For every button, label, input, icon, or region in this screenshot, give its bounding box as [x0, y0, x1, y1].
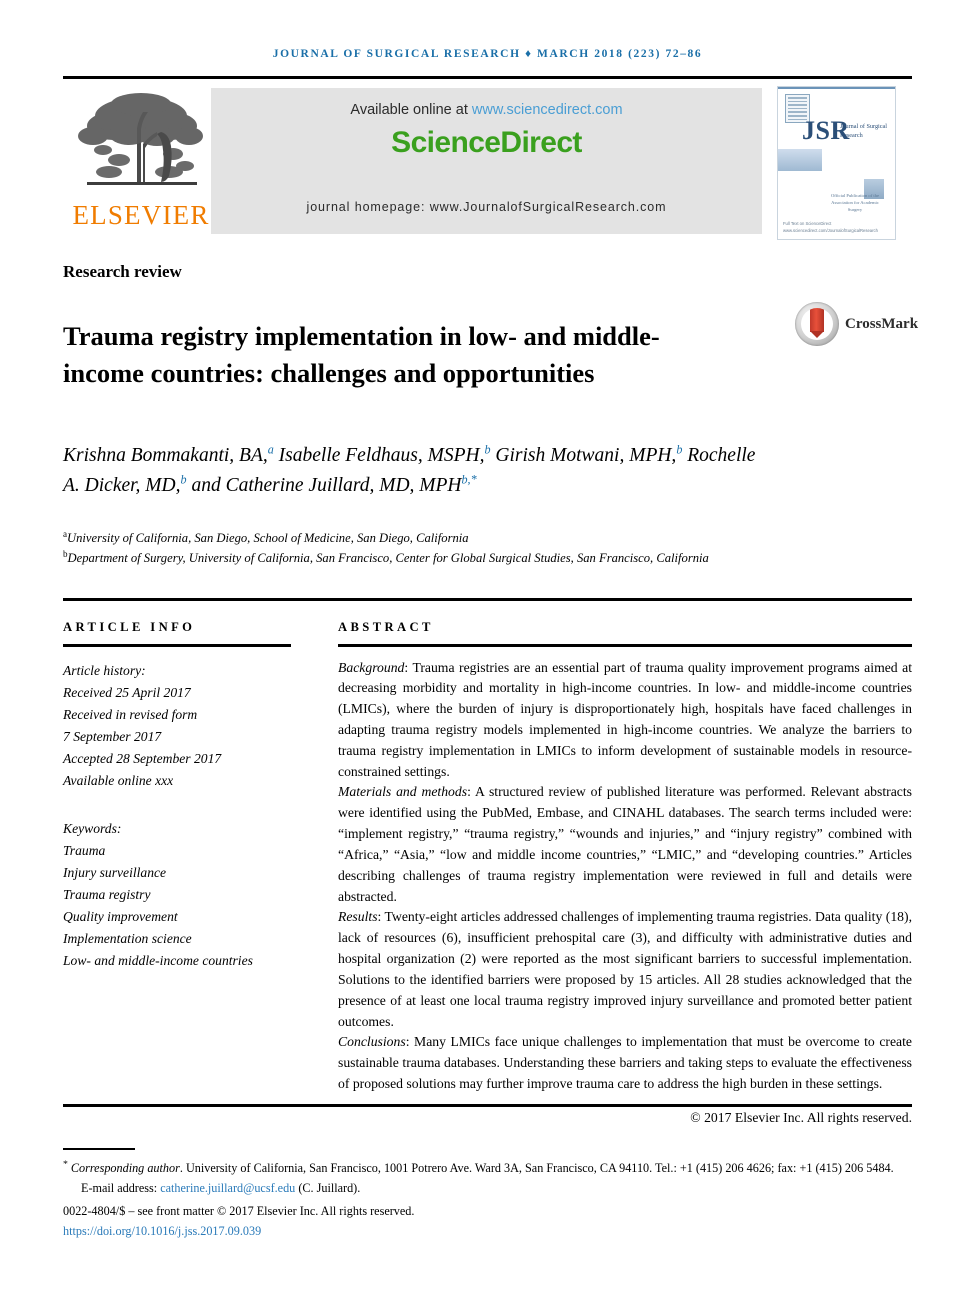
keyword-item: Low- and middle-income countries — [63, 952, 253, 968]
article-history-list: Received 25 April 2017 Received in revis… — [63, 682, 291, 792]
keywords-block: Keywords: Trauma Injury surveillance Tra… — [63, 818, 291, 972]
abstract-section-label: Materials and methods — [338, 784, 468, 800]
abstract-section: Background: Trauma registries are an ess… — [338, 658, 912, 783]
crossmark-icon — [795, 302, 839, 346]
author-list: Krishna Bommakanti, BA,a Isabelle Feldha… — [63, 440, 763, 500]
abstract-section-label: Conclusions — [338, 1034, 406, 1050]
email-suffix: (C. Juillard). — [295, 1181, 361, 1196]
available-online-line: Available online at www.sciencedirect.co… — [211, 102, 762, 118]
email-note: E-mail address: catherine.juillard@ucsf.… — [63, 1179, 912, 1198]
issn-line: 0022-4804/$ – see front matter © 2017 El… — [63, 1204, 415, 1219]
header-rule — [63, 76, 912, 79]
abstract-section-text: : Many LMICs face unique challenges to i… — [338, 1034, 912, 1092]
corresponding-author-address: . University of California, San Francisc… — [179, 1160, 894, 1175]
available-online-text: Available online at — [350, 102, 472, 118]
elsevier-logo: ELSEVIER — [67, 88, 215, 236]
sciencedirect-logo: ScienceDirect — [391, 126, 582, 159]
article-info-rule — [63, 644, 291, 647]
keyword-item: Trauma registry — [63, 886, 151, 902]
cover-accent-bar-left — [778, 149, 822, 171]
running-head: JOURNAL OF SURGICAL RESEARCH ♦ MARCH 201… — [272, 48, 703, 60]
affiliation-item: aUniversity of California, San Diego, Sc… — [63, 528, 763, 548]
corresponding-author-label: Corresponding author — [70, 1160, 180, 1175]
author-affiliation-marker: b,* — [461, 472, 477, 487]
author-affiliation-marker: b — [676, 442, 683, 456]
crossmark-badge[interactable]: CrossMark — [795, 300, 918, 350]
article-type-label: Research review — [63, 262, 182, 281]
author-entry: Girish Motwani, MPH,b — [495, 442, 683, 466]
author-affiliation-marker: b — [484, 442, 491, 456]
cover-note: Official Publication of the Association … — [830, 193, 879, 212]
email-label: E-mail address: — [81, 1181, 161, 1196]
author-name: Krishna Bommakanti, BA, — [63, 444, 268, 466]
keywords-label: Keywords: — [63, 820, 122, 836]
article-info-heading: ARTICLE INFO — [63, 620, 196, 634]
abstract-section: Materials and methods: A structured revi… — [338, 782, 912, 907]
masthead: ELSEVIER Available online at www.science… — [63, 86, 912, 240]
cover-top-rule — [778, 87, 895, 89]
abstract-copyright: © 2017 Elsevier Inc. All rights reserved… — [690, 1109, 912, 1125]
abstract-block-top-rule — [63, 598, 912, 601]
abstract-body: Background: Trauma registries are an ess… — [338, 658, 912, 1095]
abstract-section: Results: Twenty-eight articles addressed… — [338, 907, 912, 1032]
history-item: Received 25 April 2017 — [63, 684, 191, 700]
elsevier-tree-icon — [73, 88, 209, 196]
abstract-section: Conclusions: Many LMICs face unique chal… — [338, 1032, 912, 1094]
cover-title-full: Journal of Surgical Research — [840, 123, 887, 139]
affiliation-list: aUniversity of California, San Diego, Sc… — [63, 528, 763, 569]
affiliation-item: bDepartment of Surgery, University of Ca… — [63, 548, 763, 568]
abstract-section-text: : A structured review of published liter… — [338, 784, 912, 904]
article-history-label: Article history: — [63, 662, 146, 678]
footnotes: * Corresponding author. University of Ca… — [63, 1148, 912, 1241]
history-item: Available online xxx — [63, 772, 174, 788]
article-first-page: JOURNAL OF SURGICAL RESEARCH ♦ MARCH 201… — [0, 0, 975, 1305]
abstract-heading: ABSTRACT — [338, 620, 434, 634]
author-entry: Isabelle Feldhaus, MSPH,b — [278, 442, 491, 466]
keyword-item: Injury surveillance — [63, 864, 167, 880]
article-history-block: Article history: Received 25 April 2017 … — [63, 660, 291, 792]
history-item: Received in revised form — [63, 706, 198, 722]
sciencedirect-link[interactable]: www.sciencedirect.com — [472, 102, 623, 118]
author-name: Girish Motwani, MPH, — [495, 444, 677, 466]
author-entry: and Catherine Juillard, MD, MPHb,* — [191, 472, 477, 496]
cover-footer: Full Text on ScienceDirect www.sciencedi… — [783, 221, 878, 233]
history-item: 7 September 2017 — [63, 728, 162, 744]
keyword-item: Quality improvement — [63, 908, 178, 924]
email-link[interactable]: catherine.juillard@ucsf.edu — [160, 1181, 295, 1195]
crossmark-label: CrossMark — [845, 316, 919, 332]
elsevier-wordmark: ELSEVIER — [72, 200, 210, 230]
history-item: Accepted 28 September 2017 — [63, 750, 222, 766]
abstract-section-label: Results — [338, 909, 378, 925]
author-affiliation-marker: a — [267, 442, 274, 456]
affiliation-text: University of California, San Diego, Sch… — [67, 531, 469, 546]
journal-homepage-line[interactable]: journal homepage: www.JournalofSurgicalR… — [211, 200, 762, 214]
keyword-item: Trauma — [63, 842, 106, 858]
corresponding-marker: * — [63, 1158, 68, 1170]
corresponding-author-note: * Corresponding author. University of Ca… — [63, 1157, 912, 1178]
keywords-list: Trauma Injury surveillance Trauma regist… — [63, 840, 291, 972]
journal-cover-thumbnail: JSR Journal of Surgical Research Officia… — [777, 86, 896, 240]
abstract-rule — [338, 644, 912, 647]
author-affiliation-marker: b — [180, 472, 187, 487]
affiliation-text: Department of Surgery, University of Cal… — [67, 551, 709, 566]
doi-link[interactable]: https://doi.org/10.1016/j.jss.2017.09.03… — [63, 1222, 912, 1241]
keyword-item: Implementation science — [63, 930, 192, 946]
author-name: Isabelle Feldhaus, MSPH, — [278, 444, 485, 466]
abstract-section-text: : Twenty-eight articles addressed challe… — [338, 909, 912, 1029]
author-name: and Catherine Juillard, MD, MPH — [191, 474, 462, 496]
footnote-rule — [63, 1148, 135, 1150]
abstract-column: ABSTRACT Background: Trauma registries a… — [338, 620, 912, 1126]
page-title: Trauma registry implementation in low- a… — [63, 320, 660, 389]
article-info-column: ARTICLE INFO Article history: Received 2… — [63, 620, 291, 972]
abstract-section-label: Background — [338, 659, 405, 675]
abstract-section-text: : Trauma registries are an essential par… — [338, 659, 912, 779]
sciencedirect-banner: Available online at www.sciencedirect.co… — [211, 88, 762, 234]
author-entry: Krishna Bommakanti, BA,a — [63, 442, 274, 466]
